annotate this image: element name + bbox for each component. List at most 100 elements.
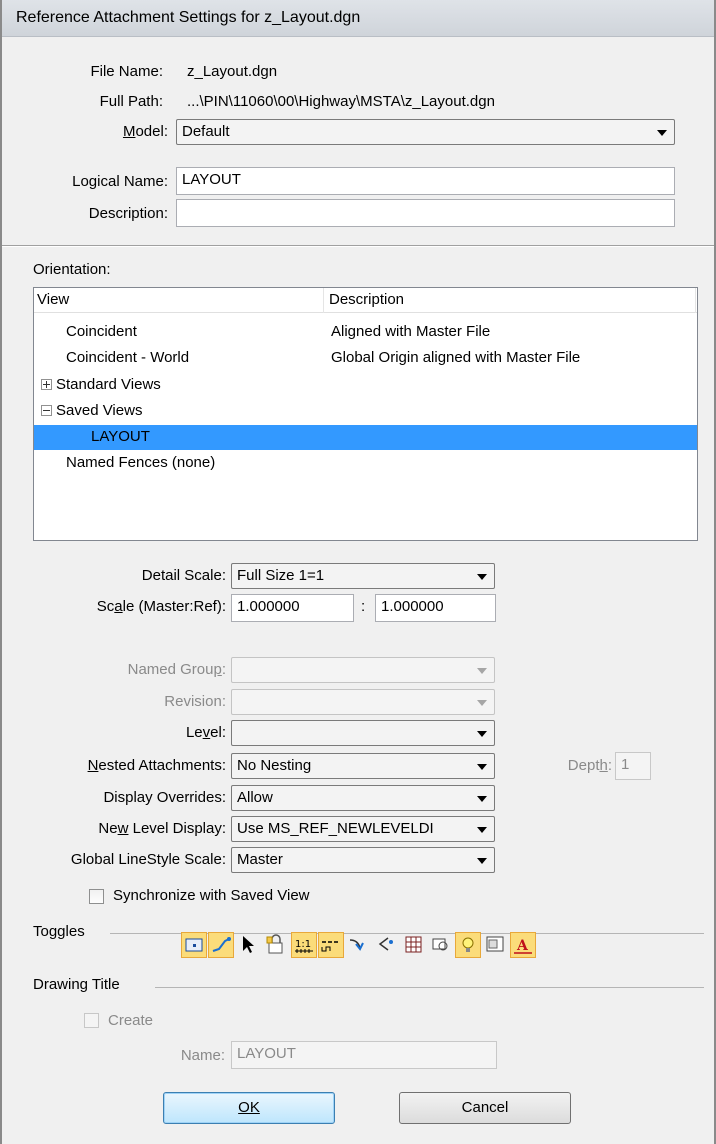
create-label: Create bbox=[108, 1012, 154, 1029]
model-value: Default bbox=[182, 123, 230, 140]
level-dropdown[interactable] bbox=[231, 720, 495, 746]
description-input[interactable] bbox=[176, 199, 675, 227]
scale-ratio-label: Scale (Master:Ref): bbox=[96, 598, 226, 615]
named-group-label: Named Group: bbox=[127, 661, 226, 678]
nested-attachments-value: No Nesting bbox=[237, 757, 312, 774]
row-view: Saved Views bbox=[56, 402, 143, 419]
list-item[interactable]: Standard Views bbox=[34, 373, 697, 398]
lock-toggle[interactable] bbox=[263, 932, 289, 958]
display-toggle[interactable] bbox=[181, 932, 207, 958]
grid-icon bbox=[405, 936, 422, 953]
drawing-title-divider bbox=[155, 987, 704, 988]
scale-ref-input[interactable]: 1.000000 bbox=[375, 594, 496, 622]
named-group-dropdown[interactable] bbox=[231, 657, 495, 683]
logical-name-input[interactable]: LAYOUT bbox=[176, 167, 675, 195]
nested-attachments-label: Nested Attachments: bbox=[87, 757, 226, 774]
orientation-list[interactable]: View Description Coincident Aligned with… bbox=[33, 287, 698, 541]
detail-scale-dropdown[interactable]: Full Size 1=1 bbox=[231, 563, 495, 589]
clip-toggle[interactable] bbox=[428, 932, 454, 958]
row-view: Named Fences (none) bbox=[66, 454, 216, 471]
full-path-label: Full Path: bbox=[99, 93, 163, 110]
list-item[interactable]: Coincident Aligned with Master File bbox=[34, 320, 697, 345]
title-name-input[interactable]: LAYOUT bbox=[231, 1041, 497, 1069]
chevron-down-icon bbox=[477, 796, 487, 802]
column-view-header[interactable]: View bbox=[34, 288, 324, 313]
new-level-display-label: New Level Display: bbox=[98, 820, 226, 837]
arrow-pointer-icon bbox=[243, 936, 254, 953]
svg-text:1:1: 1:1 bbox=[295, 939, 311, 950]
detail-scale-value: Full Size 1=1 bbox=[237, 567, 325, 584]
revision-dropdown[interactable] bbox=[231, 689, 495, 715]
chevron-down-icon bbox=[477, 668, 487, 674]
chevron-down-icon bbox=[477, 827, 487, 833]
nested-attachments-dropdown[interactable]: No Nesting bbox=[231, 753, 495, 779]
window-left-border bbox=[0, 0, 2, 1144]
row-view: LAYOUT bbox=[91, 428, 150, 445]
display-overrides-value: Allow bbox=[237, 789, 273, 806]
svg-text:A: A bbox=[516, 938, 529, 954]
row-description: Global Origin aligned with Master File bbox=[331, 349, 581, 366]
synchronize-label: Synchronize with Saved View bbox=[113, 887, 310, 904]
treat-as-element-toggle[interactable] bbox=[373, 932, 399, 958]
dialog-title: Reference Attachment Settings for z_Layo… bbox=[16, 9, 361, 26]
column-description-header[interactable]: Description bbox=[324, 288, 696, 313]
description-label: Description: bbox=[88, 205, 168, 222]
detail-scale-label: Detail Scale: bbox=[141, 567, 226, 584]
synchronize-checkbox[interactable] bbox=[89, 889, 104, 904]
display-overrides-label: Display Overrides: bbox=[103, 789, 226, 806]
display-icon bbox=[185, 938, 203, 952]
list-item-selected[interactable]: LAYOUT bbox=[34, 425, 697, 450]
full-path-value: ...\PIN\11060\00\Highway\MSTA\z_Layout.d… bbox=[187, 93, 495, 110]
create-checkbox[interactable] bbox=[84, 1013, 99, 1028]
model-label: Model: bbox=[122, 123, 168, 140]
annotation-a-icon: A bbox=[514, 938, 532, 954]
list-item[interactable]: Coincident - World Global Origin aligned… bbox=[34, 346, 697, 371]
level-label: Level: bbox=[185, 724, 226, 741]
linestyle-scale-dropdown[interactable]: Master bbox=[231, 847, 495, 873]
collapse-icon[interactable] bbox=[41, 404, 52, 416]
expand-icon[interactable] bbox=[41, 378, 52, 390]
list-header: View Description bbox=[34, 288, 697, 313]
model-dropdown[interactable]: Default bbox=[176, 119, 675, 145]
new-level-display-dropdown[interactable]: Use MS_REF_NEWLEVELDI bbox=[231, 816, 495, 842]
scale-1-1-icon: 1:1 bbox=[295, 939, 313, 953]
lights-toggle[interactable] bbox=[455, 932, 481, 958]
scale-colon: : bbox=[361, 598, 366, 615]
row-view: Standard Views bbox=[56, 376, 161, 393]
snap-toggle[interactable] bbox=[208, 932, 234, 958]
locate-toggle[interactable] bbox=[236, 932, 262, 958]
ignore-attachment-toggle[interactable] bbox=[346, 932, 372, 958]
file-name-value: z_Layout.dgn bbox=[187, 63, 278, 80]
revision-label: Revision: bbox=[164, 693, 226, 710]
title-bar[interactable]: Reference Attachment Settings for z_Layo… bbox=[0, 0, 716, 37]
linestyle-icon bbox=[321, 941, 338, 952]
sheet-toggle[interactable] bbox=[483, 932, 509, 958]
scale-master-input[interactable]: 1.000000 bbox=[231, 594, 354, 622]
ok-button[interactable]: OK bbox=[163, 1092, 335, 1124]
clip-boundary-icon bbox=[432, 938, 448, 951]
annotation-scale-toggle[interactable]: A bbox=[510, 932, 536, 958]
row-view: Coincident - World bbox=[66, 349, 190, 366]
logical-name-label: Logical Name: bbox=[72, 173, 168, 190]
snap-icon bbox=[212, 937, 231, 952]
back-arrow-icon bbox=[378, 937, 393, 951]
list-item[interactable]: Saved Views bbox=[34, 399, 697, 424]
linestyle-scale-label: Global LineStyle Scale: bbox=[70, 851, 226, 868]
linestyle-toggle[interactable] bbox=[318, 932, 344, 958]
reference-attachment-dialog: Reference Attachment Settings for z_Layo… bbox=[0, 0, 716, 1144]
display-overrides-dropdown[interactable]: Allow bbox=[231, 785, 495, 811]
list-item[interactable]: Named Fences (none) bbox=[34, 451, 697, 476]
sheet-icon bbox=[486, 936, 504, 952]
chevron-down-icon bbox=[477, 858, 487, 864]
depth-label: Depth: bbox=[567, 757, 612, 774]
true-scale-toggle[interactable]: 1:1 bbox=[291, 932, 317, 958]
curved-arrow-icon bbox=[349, 939, 364, 951]
cancel-button[interactable]: Cancel bbox=[399, 1092, 571, 1124]
new-level-display-value: Use MS_REF_NEWLEVELDI bbox=[237, 820, 434, 837]
drawing-title-group-label: Drawing Title bbox=[33, 976, 120, 993]
depth-input[interactable]: 1 bbox=[615, 752, 651, 780]
lock-icon bbox=[266, 934, 283, 954]
chevron-down-icon bbox=[657, 130, 667, 136]
title-name-label: Name: bbox=[180, 1047, 225, 1064]
raster-toggle[interactable] bbox=[401, 932, 427, 958]
